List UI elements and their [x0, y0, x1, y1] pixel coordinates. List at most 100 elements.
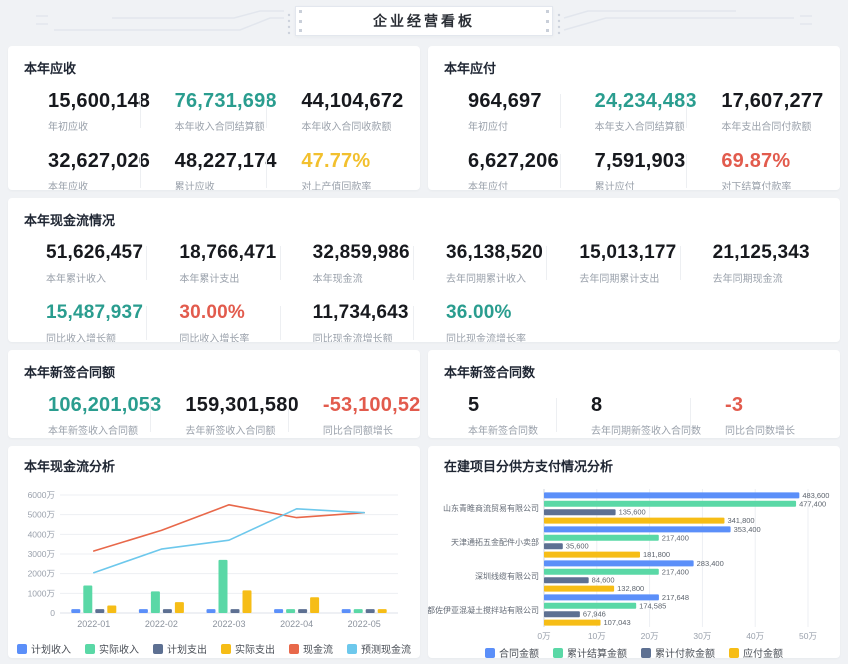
stat-label: 本年累计支出 [179, 270, 290, 285]
stat-value: 964,697 [468, 89, 571, 113]
legend-item[interactable]: 累计结算金额 [553, 645, 627, 658]
svg-text:217,400: 217,400 [662, 567, 689, 576]
svg-text:0万: 0万 [537, 631, 550, 641]
legend-item[interactable]: 累计付款金额 [641, 645, 715, 658]
stat-label: 同比现金流增长率 [446, 330, 557, 342]
card-cashflow-chart: 本年现金流分析 01000万2000万3000万4000万5000万6000万2… [8, 446, 420, 658]
stat-value: -53,100,527 [323, 393, 420, 417]
supplier-payment-hbar-chart: 0万10万20万30万40万50万山东青睢商流贸易有限公司483,600477,… [444, 487, 824, 641]
stat-item: 76,731,698本年收入合同结算额 [151, 89, 278, 133]
svg-text:2022-03: 2022-03 [212, 619, 245, 629]
stat-value: 15,600,148 [48, 89, 151, 113]
legend-item[interactable]: 应付金额 [729, 645, 783, 658]
stat-label: 本年支出合同付款额 [721, 118, 824, 133]
stat-item: 48,227,174累计应收 [151, 149, 278, 190]
svg-text:4000万: 4000万 [28, 529, 55, 539]
legend-swatch-icon [17, 644, 27, 654]
stat-item: 32,859,986本年现金流 [291, 241, 424, 285]
stat-value: 106,201,053 [48, 393, 161, 417]
stat-label: 对下结算付款率 [721, 178, 824, 190]
svg-text:深圳线缆有限公司: 深圳线缆有限公司 [475, 571, 539, 581]
stat-item: 6,627,206本年应付 [444, 149, 571, 190]
stat-item: 36,138,520去年同期累计收入 [424, 241, 557, 285]
stat-item: 47.77%对上产值回款率 [277, 149, 404, 190]
supplier-chart-legend: 合同金额 累计结算金额 累计付款金额 应付金额 [444, 645, 824, 658]
svg-text:35,600: 35,600 [566, 542, 589, 551]
stat-value: 76,731,698 [175, 89, 278, 113]
stat-value: 11,734,643 [313, 301, 424, 325]
legend-label: 实际支出 [235, 641, 275, 656]
legend-item[interactable]: 预测现金流 [347, 641, 411, 656]
stat-item: 44,104,672本年收入合同收款额 [277, 89, 404, 133]
svg-text:10万: 10万 [588, 631, 606, 641]
stat-label: 同比合同数增长 [725, 422, 824, 437]
card-payable: 本年应付 964,697年初应付24,234,483本年支入合同结算额17,60… [428, 46, 840, 190]
stat-item: 15,487,937 同比收入增长额 [24, 301, 157, 342]
stat-label: 累计应收 [175, 178, 278, 190]
stat-item: -53,100,527同比合同额增长 [299, 393, 420, 437]
stat-value: 30.00% [179, 301, 290, 325]
stat-item: 17,607,277 本年支出合同付款额 [697, 89, 824, 133]
stat-label: 本年累计收入 [46, 270, 157, 285]
legend-item[interactable]: 实际收入 [85, 641, 139, 656]
svg-text:0: 0 [50, 608, 55, 618]
legend-swatch-icon [153, 644, 163, 654]
stat-item: 8去年同期新签收入合同数 [567, 393, 701, 437]
stat-label: 本年新签合同数 [468, 422, 567, 437]
svg-text:2022-02: 2022-02 [145, 619, 178, 629]
cashflow-chart-legend: 计划收入实际收入计划支出实际支出现金流预测现金流 [24, 641, 404, 656]
stat-value: 17,607,277 [721, 89, 824, 113]
legend-label: 计划收入 [31, 641, 71, 656]
card-contract-amount-title: 本年新签合同额 [24, 362, 404, 381]
stat-label: 同比收入增长额 [46, 330, 157, 342]
legend-item[interactable]: 计划收入 [17, 641, 71, 656]
svg-text:2022-05: 2022-05 [348, 619, 381, 629]
stat-item: 15,013,177去年同期累计支出 [557, 241, 690, 285]
stat-value: 24,234,483 [595, 89, 698, 113]
legend-label: 预测现金流 [361, 641, 411, 656]
svg-text:84,600: 84,600 [592, 576, 615, 585]
corner-dot-icon [546, 29, 549, 32]
svg-text:20万: 20万 [641, 631, 659, 641]
svg-text:5000万: 5000万 [28, 510, 55, 520]
stat-item: 5本年新签合同数 [444, 393, 567, 437]
stat-label: 年初应付 [468, 118, 571, 133]
legend-item[interactable]: 计划支出 [153, 641, 207, 656]
stat-value: -3 [725, 393, 824, 417]
stat-item: 21,125,343去年同期现金流 [691, 241, 824, 285]
stat-value: 21,125,343 [713, 241, 824, 265]
legend-label: 实际收入 [99, 641, 139, 656]
legend-item[interactable]: 实际支出 [221, 641, 275, 656]
stat-item: 7,591,903累计应付 [571, 149, 698, 190]
contract-count-stats-grid: 5本年新签合同数8去年同期新签收入合同数 -3 同比合同数增长 [444, 393, 824, 437]
svg-text:3000万: 3000万 [28, 549, 55, 559]
stat-item: 36.00%同比现金流增长率 [424, 301, 557, 342]
contract-amount-stats-grid: 106,201,053本年新签收入合同额159,301,580去年新签收入合同额… [24, 393, 404, 437]
svg-text:天津通拓五金配件小卖部: 天津通拓五金配件小卖部 [451, 537, 539, 547]
card-contract-count-title: 本年新签合同数 [444, 362, 824, 381]
stat-value: 15,487,937 [46, 301, 157, 325]
legend-item[interactable]: 现金流 [289, 641, 333, 656]
page-title: 企业经营看板 [373, 11, 475, 31]
legend-swatch-icon [221, 644, 231, 654]
svg-text:2022-01: 2022-01 [77, 619, 110, 629]
svg-text:山东青睢商流贸易有限公司: 山东青睢商流贸易有限公司 [443, 503, 539, 513]
stat-value: 32,859,986 [313, 241, 424, 265]
card-contract-amount: 本年新签合同额 106,201,053本年新签收入合同额159,301,580去… [8, 350, 420, 438]
svg-text:2022-04: 2022-04 [280, 619, 313, 629]
stat-item: 106,201,053本年新签收入合同额 [24, 393, 161, 437]
svg-text:132,800: 132,800 [617, 584, 644, 593]
corner-dot-icon [299, 29, 302, 32]
receivable-stats-grid: 15,600,148年初应收76,731,698本年收入合同结算额44,104,… [24, 89, 404, 190]
svg-text:217,400: 217,400 [662, 533, 689, 542]
card-cashflow: 本年现金流情况 51,626,457本年累计收入18,766,471本年累计支出… [8, 198, 840, 342]
stat-label: 本年应收 [48, 178, 151, 190]
stat-value: 8 [591, 393, 701, 417]
legend-item[interactable]: 合同金额 [485, 645, 539, 658]
svg-text:341,800: 341,800 [727, 516, 754, 525]
corner-dot-icon [546, 10, 549, 13]
stat-value: 47.77% [301, 149, 404, 173]
stat-value: 44,104,672 [301, 89, 404, 113]
stat-value: 51,626,457 [46, 241, 157, 265]
stat-value: 32,627,026 [48, 149, 151, 173]
